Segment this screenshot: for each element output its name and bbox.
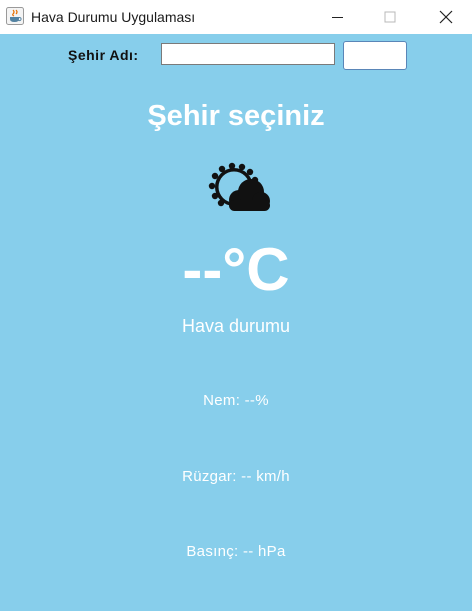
close-button[interactable] [420,0,472,34]
java-cup-icon [6,7,24,25]
maximize-icon [384,11,396,23]
humidity-value: Nem: --% [203,392,269,409]
main-panel: Şehir Adı: Şehir seçiniz --°C Hava durum… [0,34,472,611]
close-icon [439,10,453,24]
maximize-button[interactable] [364,0,416,34]
app-window: Hava Durumu Uygulaması Şehir Adı: Şehir … [0,0,472,611]
partly-cloudy-icon [208,162,270,211]
city-label: Şehir Adı: [68,47,139,63]
pressure-value: Basınç: -- hPa [186,543,286,560]
weather-description: Hava durumu [181,316,291,336]
search-button[interactable] [343,41,407,70]
minimize-icon [332,17,343,18]
temperature-value: --°C [182,236,290,303]
minimize-button[interactable] [312,0,364,34]
title-bar[interactable]: Hava Durumu Uygulaması [0,0,472,34]
window-title: Hava Durumu Uygulaması [31,9,196,25]
city-input[interactable] [161,43,335,65]
wind-value: Rüzgar: -- km/h [182,468,290,485]
city-name: Şehir seçiniz [147,100,325,132]
